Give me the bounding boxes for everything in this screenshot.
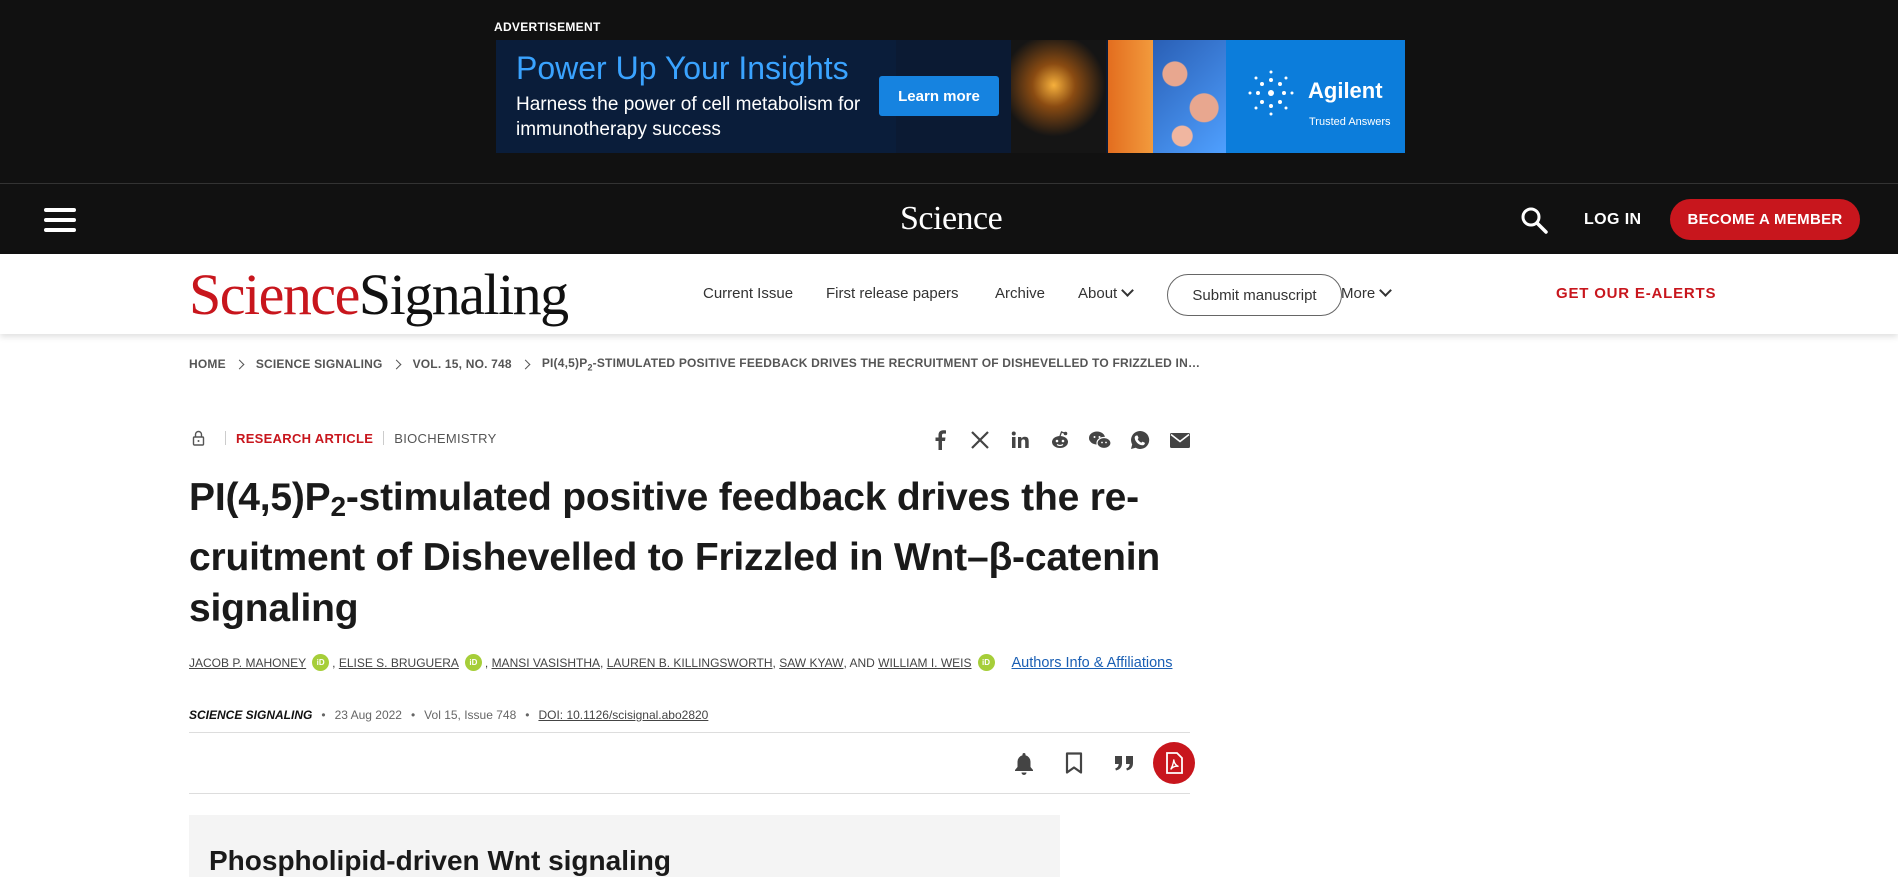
agilent-spark-icon	[1246, 68, 1296, 127]
nav-more-label: More	[1341, 285, 1376, 302]
publication-meta: SCIENCE SIGNALING • 23 Aug 2022 • Vol 15…	[189, 708, 708, 722]
nav-more[interactable]: More	[1341, 284, 1393, 302]
login-link[interactable]: LOG IN	[1584, 211, 1642, 229]
pdf-icon[interactable]	[1153, 742, 1195, 784]
breadcrumb: HOME SCIENCE SIGNALING VOL. 15, NO. 748 …	[189, 356, 1200, 372]
orcid-icon[interactable]: iD	[312, 654, 330, 671]
meta-dot: •	[321, 708, 326, 722]
volume-issue: Vol 15, Issue 748	[424, 708, 517, 722]
nav-current-issue[interactable]: Current Issue	[703, 285, 793, 302]
author-separator: ,	[332, 655, 336, 670]
science-logo[interactable]: Science	[900, 200, 1003, 238]
meta-dot: •	[525, 708, 530, 722]
ad-learn-more-button[interactable]: Learn more	[879, 76, 999, 116]
share-bar	[920, 428, 1200, 452]
email-icon[interactable]	[1160, 428, 1200, 452]
publication-date: 23 Aug 2022	[334, 708, 402, 722]
cells-image	[1153, 40, 1226, 153]
divider	[383, 431, 385, 445]
bell-icon[interactable]	[999, 742, 1049, 784]
article-tools	[999, 742, 1195, 784]
author-separator: ,	[772, 655, 776, 670]
divider	[189, 732, 1190, 733]
author-list: JACOB P. MAHONEY iD , ELISE S. BRUGUERA …	[189, 654, 1172, 671]
ad-orange-stripe	[1108, 40, 1153, 153]
ad-headline: Power Up Your Insights	[516, 50, 849, 86]
become-member-button[interactable]: BECOME A MEMBER	[1670, 199, 1860, 240]
journal-name: SCIENCE SIGNALING	[189, 708, 313, 722]
author-link[interactable]: SAW KYAW	[779, 656, 843, 670]
lock-icon	[192, 430, 205, 446]
science-top-bar: Science LOG IN BECOME A MEMBER	[0, 183, 1898, 254]
authors-affiliations-link[interactable]: Authors Info & Affiliations	[1012, 655, 1173, 671]
author-separator: ,	[484, 655, 489, 670]
lightbulb-image	[1011, 40, 1106, 153]
author-link[interactable]: WILLIAM I. WEIS	[878, 656, 971, 670]
author-separator: ,	[600, 655, 604, 670]
quote-icon[interactable]	[1099, 742, 1149, 784]
x-icon[interactable]	[960, 428, 1000, 452]
wechat-icon[interactable]	[1080, 428, 1120, 452]
nav-about-label: About	[1078, 285, 1118, 302]
bookmark-icon[interactable]	[1049, 742, 1099, 784]
submit-manuscript-button[interactable]: Submit manuscript	[1167, 274, 1342, 316]
doi-link[interactable]: DOI: 10.1126/scisignal.abo2820	[538, 708, 708, 722]
author-link[interactable]: LAUREN B. KILLINGSWORTH	[607, 656, 773, 670]
ad-banner[interactable]: Power Up Your Insights Harness the power…	[496, 40, 1405, 153]
ad-band: ADVERTISEMENT Power Up Your Insights Har…	[0, 0, 1898, 183]
author-link[interactable]: MANSI VASISHTHA	[492, 656, 600, 670]
e-alerts-link[interactable]: GET OUR E-ALERTS	[1556, 285, 1716, 302]
chevron-right-icon	[234, 359, 245, 370]
breadcrumb-home[interactable]: HOME	[189, 357, 226, 371]
search-icon[interactable]	[1520, 206, 1548, 234]
chevron-down-icon	[1121, 284, 1135, 297]
chevron-down-icon	[1379, 284, 1393, 297]
journal-nav: ScienceSignaling Current Issue First rel…	[0, 254, 1898, 334]
facebook-icon[interactable]	[920, 428, 960, 452]
meta-dot: •	[410, 708, 416, 722]
divider	[225, 431, 226, 445]
article-title: PI(4,5)P2-stimulated positive feedback d…	[189, 476, 1160, 630]
nav-about[interactable]: About	[1078, 284, 1135, 302]
linkedin-icon[interactable]	[1000, 428, 1040, 452]
reddit-icon[interactable]	[1040, 428, 1080, 452]
chevron-right-icon	[391, 359, 402, 370]
author-separator: , AND	[843, 655, 875, 670]
ad-label: ADVERTISEMENT	[494, 20, 601, 34]
article-type: RESEARCH ARTICLE	[236, 430, 374, 446]
breadcrumb-issue[interactable]: VOL. 15, NO. 748	[413, 357, 512, 371]
orcid-icon[interactable]: iD	[464, 654, 482, 671]
nav-first-release[interactable]: First release papers	[826, 285, 959, 302]
ad-subline: Harness the power of cell metabolism for…	[516, 94, 861, 140]
whatsapp-icon[interactable]	[1120, 428, 1160, 452]
ad-text-area: Power Up Your Insights Harness the power…	[496, 40, 896, 153]
summary-title: Phospholipid-driven Wnt signaling	[209, 845, 671, 876]
orcid-icon[interactable]: iD	[977, 654, 995, 671]
science-signaling-logo[interactable]: ScienceSignaling	[189, 265, 569, 325]
agilent-tagline: Trusted Answers	[1309, 116, 1391, 128]
agilent-logo-panel: Agilent Trusted Answers	[1226, 40, 1405, 153]
menu-icon[interactable]	[44, 208, 76, 232]
author-link[interactable]: JACOB P. MAHONEY	[189, 656, 306, 670]
breadcrumb-journal[interactable]: SCIENCE SIGNALING	[256, 357, 383, 371]
article-subject[interactable]: BIOCHEMISTRY	[394, 431, 496, 446]
author-link[interactable]: ELISE S. BRUGUERA	[339, 656, 459, 670]
agilent-brand: Agilent	[1308, 78, 1383, 103]
divider	[189, 793, 1190, 794]
nav-archive[interactable]: Archive	[995, 285, 1045, 302]
editor-summary-box: Phospholipid-driven Wnt signaling	[189, 815, 1060, 877]
breadcrumb-current: PI(4,5)P2-STIMULATED POSITIVE FEEDBACK D…	[541, 356, 1201, 373]
chevron-right-icon	[520, 359, 531, 370]
article-meta-row: RESEARCH ARTICLE BIOCHEMISTRY	[189, 430, 497, 446]
